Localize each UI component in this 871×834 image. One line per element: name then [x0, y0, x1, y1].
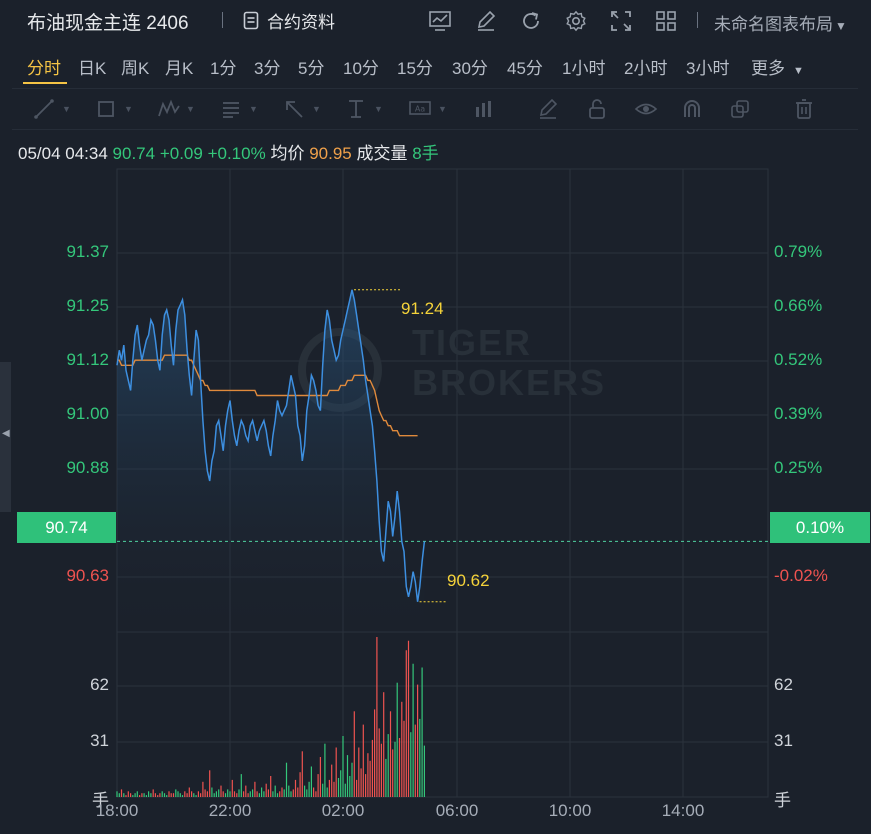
time-tick-label: 22:00 [208, 801, 252, 820]
high-price-label: 91.24 [401, 299, 444, 318]
pct-tick-label: 0.25% [774, 458, 823, 477]
pct-tick-label: 0.79% [774, 242, 823, 261]
time-tick-label: 06:00 [435, 801, 479, 820]
volume-tick-label: 31 [774, 731, 793, 750]
price-tick-label: 91.00 [66, 404, 109, 423]
current-pct-badge: 0.10% [770, 512, 870, 543]
price-tick-label: 91.25 [66, 296, 109, 315]
price-area [117, 289, 425, 632]
intraday-chart[interactable]: TIGERBROKERS [0, 0, 871, 834]
pct-tick-label: 0.39% [774, 404, 823, 423]
watermark-text: TIGER [412, 322, 532, 363]
time-tick-label: 14:00 [661, 801, 705, 820]
pct-tick-label: -0.02% [774, 566, 828, 585]
price-area-fill [117, 289, 425, 632]
price-tick-label: 91.12 [66, 350, 109, 369]
pct-tick-label: 0.52% [774, 350, 823, 369]
price-tick-label: 90.63 [66, 566, 109, 585]
volume-tick-label: 62 [90, 675, 109, 694]
volume-tick-label: 31 [90, 731, 109, 750]
current-price-badge: 90.74 [17, 512, 116, 543]
pct-tick-label: 0.66% [774, 296, 823, 315]
price-tick-label: 91.37 [66, 242, 109, 261]
low-price-label: 90.62 [447, 571, 490, 590]
time-tick-label: 18:00 [95, 801, 139, 820]
volume-unit-label: 手 [774, 791, 791, 810]
time-tick-label: 10:00 [548, 801, 592, 820]
volume-bars [116, 637, 425, 797]
watermark-text: BROKERS [412, 362, 606, 403]
time-tick-label: 02:00 [321, 801, 365, 820]
price-tick-label: 90.88 [66, 458, 109, 477]
volume-tick-label: 62 [774, 675, 793, 694]
